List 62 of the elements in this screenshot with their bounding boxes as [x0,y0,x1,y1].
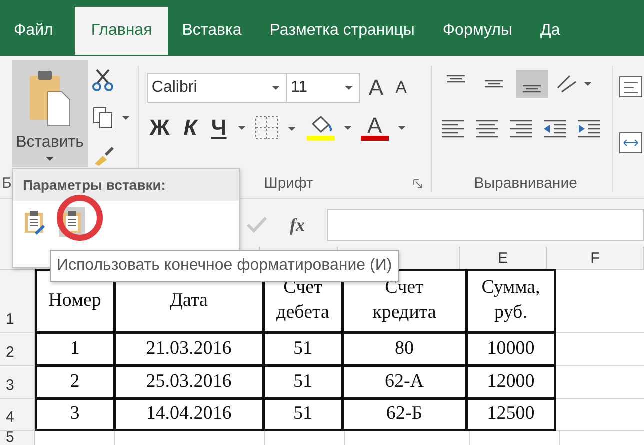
insert-function-button[interactable]: fx [282,214,313,236]
ribbon-tab[interactable]: Файл [0,7,76,55]
caret-icon [45,156,55,162]
ribbon-tab[interactable]: Да [526,7,574,55]
ribbon-tab[interactable]: Главная [75,7,168,55]
merge-cells-icon[interactable] [618,130,644,156]
column-header[interactable]: E [498,250,508,266]
borders-icon[interactable] [254,115,298,141]
table-cell-text: 51 [294,370,312,394]
row-header[interactable]: 3 [6,377,14,394]
table-cell-text: Дата [170,288,208,313]
group-label: Выравнивание [473,175,578,194]
table-cell-text: 12500 [487,402,535,426]
table-cell-text: 80 [395,336,414,361]
table-cell-text: 62-Б [386,402,423,426]
ribbon-tab[interactable]: Формулы [428,7,526,55]
formula-field[interactable] [327,209,644,241]
shrink-font-button[interactable]: A [392,78,410,98]
table-cell-text: Сумма, руб. [480,276,542,325]
scissors-icon[interactable] [92,68,114,92]
font-size-field[interactable]: 11 [286,73,360,103]
italic-button[interactable]: К [180,115,200,141]
table-cell-text: 2 [70,370,80,394]
align-bottom-icon[interactable] [516,70,548,98]
table-cell-text: 62-А [384,370,424,394]
paste-button[interactable]: Вставить [12,60,88,167]
underline-button[interactable]: Ч [208,115,230,141]
caret-icon[interactable] [398,126,406,130]
highlight-circle [57,195,103,241]
dialog-launcher-icon[interactable] [412,179,423,189]
table-cell-text: 14.04.2016 [146,402,232,426]
caret-icon[interactable] [344,126,352,130]
check-icon[interactable] [246,216,268,234]
copy-icon[interactable] [92,106,132,130]
tooltip: Использовать конечное форматирование (И) [50,250,400,282]
ribbon-tab[interactable]: Разметка страницы [256,7,429,55]
column-header[interactable]: F [590,250,600,266]
ribbon-tab[interactable]: Вставка [168,7,256,55]
table-cell-text: 10000 [487,336,535,361]
table-cell-text: 51 [294,402,312,426]
menu-title: Параметры вставки: [23,177,166,193]
table-cell-text: 3 [70,402,80,426]
grow-font-button[interactable]: A [366,75,387,101]
group-label: Шрифт [264,175,314,194]
table-cell-text: Номер [48,288,102,313]
font-name-field[interactable]: Calibri [146,73,287,103]
wrap-text-icon[interactable] [618,74,644,100]
table-cell-text: 51 [294,336,312,361]
bold-button[interactable]: Ж [146,115,173,141]
table-cell-text: 21.03.2016 [146,336,232,361]
row-header[interactable]: 4 [6,409,14,426]
table-cell-text: 25.03.2016 [146,370,232,394]
caret-icon [272,86,280,90]
table-cell-text: 1 [70,336,80,361]
fill-color-button[interactable] [306,116,336,140]
row-header[interactable]: 1 [6,311,14,328]
caret-icon[interactable] [238,126,246,130]
caret-icon [344,86,353,90]
table-cell-text: 12000 [487,370,535,394]
group-label: Б [2,175,12,194]
row-header[interactable]: 2 [6,344,14,361]
font-color-button[interactable]: A [360,116,390,140]
